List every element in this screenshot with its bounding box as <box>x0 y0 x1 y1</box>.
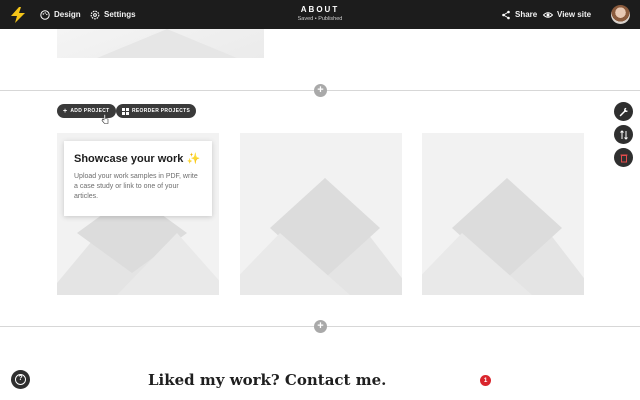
move-section-button[interactable] <box>614 125 633 144</box>
reorder-projects-button[interactable]: REORDER PROJECTS <box>116 104 197 118</box>
project-card[interactable] <box>240 133 402 295</box>
help-button[interactable]: ? <box>11 370 30 389</box>
tooltip-title-text: Showcase your work <box>74 153 184 165</box>
avatar[interactable] <box>611 5 630 24</box>
wrench-icon <box>619 107 628 116</box>
placeholder-mountain-icon <box>97 29 237 58</box>
top-bar: Design Settings ABOUT Saved • Published … <box>0 0 640 29</box>
add-section-button[interactable]: + <box>314 84 327 97</box>
grid-icon <box>122 107 129 115</box>
tooltip-body: Upload your work samples in PDF, write a… <box>74 173 198 200</box>
reorder-projects-label: REORDER PROJECTS <box>132 108 191 114</box>
help-icon: ? <box>15 374 26 385</box>
placeholder-mountain-icon <box>240 133 402 295</box>
swap-vertical-icon <box>619 129 628 140</box>
plus-icon: + <box>63 107 68 115</box>
project-card[interactable] <box>422 133 584 295</box>
contact-heading[interactable]: Liked my work? Contact me. <box>0 371 640 389</box>
placeholder-mountain-icon <box>422 133 584 295</box>
image-placeholder[interactable] <box>57 29 264 58</box>
hand-cursor-icon <box>101 114 109 124</box>
tooltip-title: Showcase your work ✨ <box>74 152 202 165</box>
add-section-button[interactable]: + <box>314 320 327 333</box>
view-site-label: View site <box>557 10 592 19</box>
share-icon <box>502 10 510 19</box>
sparkle-icon: ✨ <box>186 153 201 165</box>
delete-section-button[interactable] <box>614 148 633 167</box>
eye-icon <box>543 11 553 18</box>
notification-badge[interactable]: 1 <box>480 375 491 386</box>
trash-icon <box>620 154 627 162</box>
view-site-button[interactable]: View site <box>543 0 591 29</box>
edit-section-button[interactable] <box>614 102 633 121</box>
showcase-tooltip: Showcase your work ✨ Upload your work sa… <box>64 141 212 216</box>
share-label: Share <box>515 10 538 19</box>
share-button[interactable]: Share <box>501 0 537 29</box>
